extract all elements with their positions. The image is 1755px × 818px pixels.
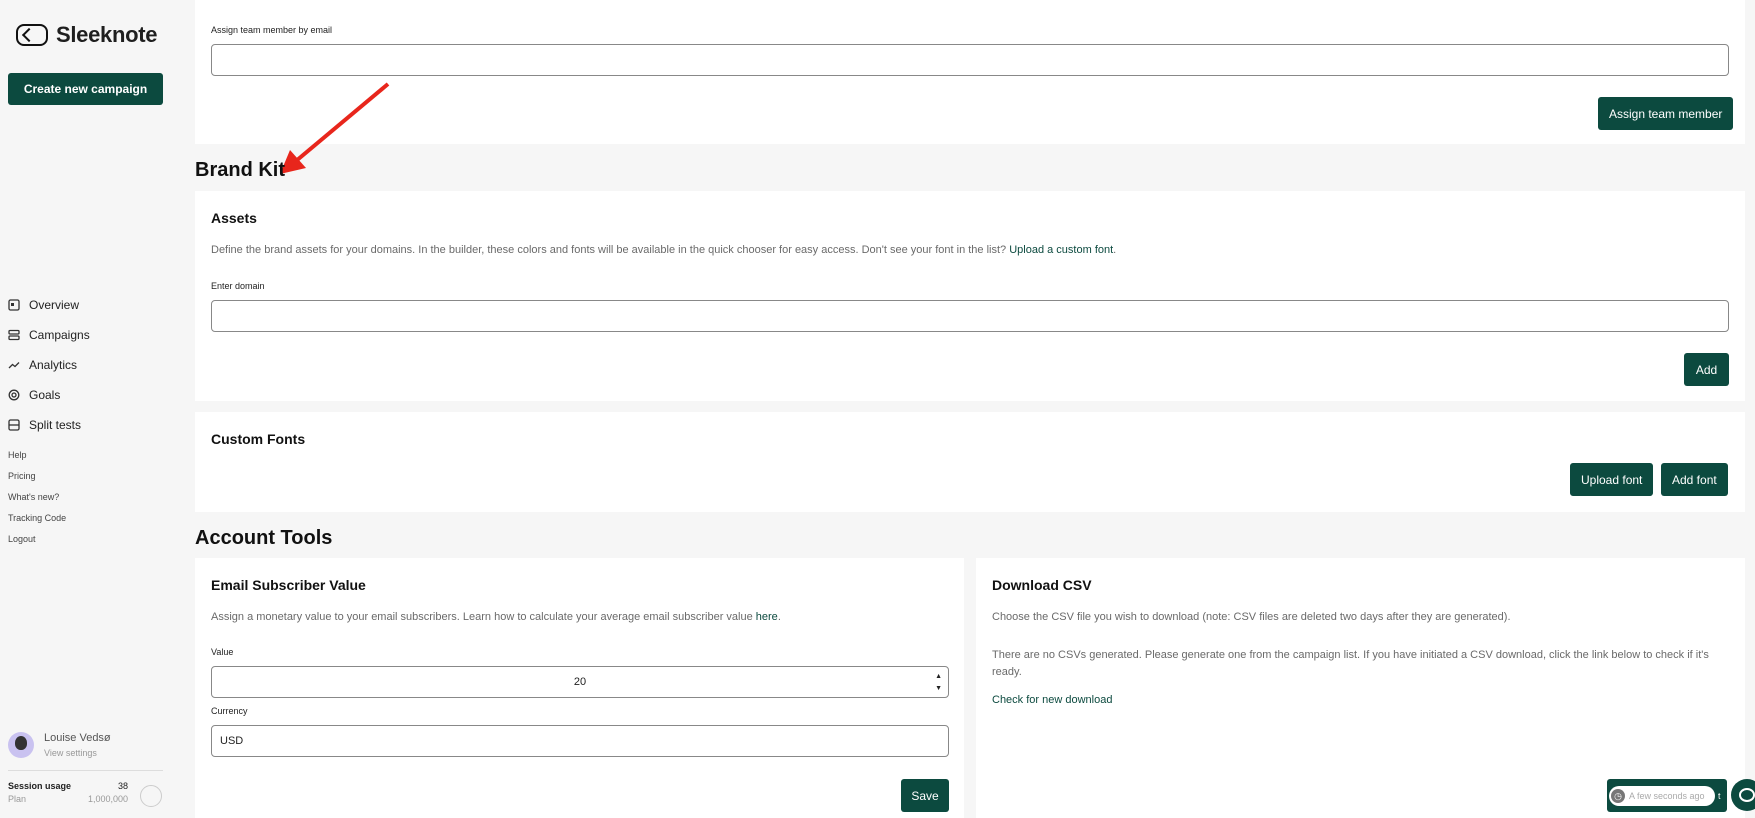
assets-card: Assets Define the brand assets for your … [195, 191, 1745, 401]
create-campaign-button[interactable]: Create new campaign [8, 73, 163, 105]
no-csv-text: There are no CSVs generated. Please gene… [992, 649, 1709, 678]
download-csv-title: Download CSV [992, 577, 1092, 593]
subscriber-value-help-link[interactable]: here [756, 611, 778, 623]
sidebar-item-label: Analytics [29, 358, 78, 372]
value-label: Value [211, 647, 234, 657]
usage-progress-ring [140, 785, 162, 807]
sidebar-item-analytics[interactable]: Analytics [8, 350, 90, 380]
value-input-text: 20 [573, 676, 587, 688]
clock-icon: ◷ [1611, 789, 1625, 803]
sidebar-item-split-tests[interactable]: Split tests [8, 410, 90, 440]
annotation-arrow-icon [280, 82, 390, 174]
analytics-icon [8, 359, 20, 371]
team-member-card: Assign team member by email Assign team … [195, 0, 1745, 144]
brand-kit-title: Brand Kit [195, 159, 285, 181]
add-font-button[interactable]: Add font [1661, 463, 1728, 496]
help-link[interactable]: Help [8, 445, 66, 466]
sidebar-item-label: Split tests [29, 418, 82, 432]
sidebar: Sleeknote Create new campaign Overview C… [0, 0, 172, 818]
save-button[interactable]: Save [901, 779, 949, 812]
currency-input[interactable]: USD [211, 725, 949, 757]
divider [8, 770, 163, 771]
assign-email-input[interactable] [211, 44, 1729, 76]
logo-text: Sleeknote [56, 22, 158, 47]
user-name: Louise Vedsø [44, 732, 111, 744]
check-download-link[interactable]: Check for new download [992, 692, 1112, 709]
value-stepper[interactable]: ▲ ▼ [935, 671, 942, 695]
toast-text: A few seconds ago [1629, 791, 1705, 801]
upload-font-button[interactable]: Upload font [1570, 463, 1654, 496]
assign-team-member-button[interactable]: Assign team member [1598, 97, 1734, 130]
session-usage-label: Session usage [8, 781, 72, 791]
sidebar-item-label: Goals [29, 388, 61, 402]
email-subscriber-description: Assign a monetary value to your email su… [211, 611, 781, 623]
enter-domain-label: Enter domain [211, 281, 265, 291]
toast-pill: ◷ A few seconds ago [1609, 786, 1715, 806]
assets-title: Assets [211, 210, 257, 226]
goals-icon [8, 389, 20, 401]
custom-fonts-card: Custom Fonts Upload font Add font [195, 412, 1745, 512]
sidebar-item-campaigns[interactable]: Campaigns [8, 320, 90, 350]
tracking-code-link[interactable]: Tracking Code [8, 508, 66, 529]
pricing-link[interactable]: Pricing [8, 466, 66, 487]
sidebar-nav: Overview Campaigns Analytics Goals Split… [8, 290, 90, 440]
overview-icon [8, 299, 20, 311]
assign-email-label: Assign team member by email [211, 25, 333, 35]
assets-description: Define the brand assets for your domains… [211, 244, 1117, 256]
chat-icon[interactable] [1731, 779, 1755, 811]
session-usage: Session usage 38 Plan 1,000,000 [8, 781, 128, 804]
sidebar-item-goals[interactable]: Goals [8, 380, 90, 410]
download-csv-description: Choose the CSV file you wish to download… [992, 611, 1511, 623]
logo[interactable]: Sleeknote [16, 22, 158, 48]
plan-label: Plan [8, 794, 27, 804]
toast-tail-text: t [1718, 791, 1721, 801]
plan-value: 1,000,000 [87, 794, 128, 804]
whats-new-link[interactable]: What's new? [8, 487, 66, 508]
increment-arrow-icon[interactable]: ▲ [935, 671, 942, 683]
currency-label: Currency [211, 706, 248, 716]
split-tests-icon [8, 419, 20, 431]
value-input[interactable]: 20 ▲ ▼ [211, 666, 949, 698]
session-usage-value: 38 [117, 781, 128, 791]
view-settings-link[interactable]: View settings [44, 748, 111, 758]
sidebar-item-label: Campaigns [29, 328, 90, 342]
user-profile[interactable]: Louise Vedsø View settings [8, 732, 111, 758]
account-tools-title: Account Tools [195, 527, 333, 549]
avatar [8, 732, 34, 758]
sidebar-item-label: Overview [29, 298, 80, 312]
decrement-arrow-icon[interactable]: ▼ [935, 683, 942, 695]
add-domain-button[interactable]: Add [1684, 353, 1729, 386]
email-subscriber-title: Email Subscriber Value [211, 577, 366, 593]
custom-fonts-title: Custom Fonts [211, 431, 306, 447]
sidebar-links: Help Pricing What's new? Tracking Code L… [8, 445, 66, 550]
email-subscriber-card: Email Subscriber Value Assign a monetary… [195, 558, 964, 818]
campaigns-icon [8, 329, 20, 341]
logo-icon [16, 24, 48, 46]
logout-link[interactable]: Logout [8, 529, 66, 550]
sidebar-item-overview[interactable]: Overview [8, 290, 90, 320]
upload-custom-font-link[interactable]: Upload a custom font [1009, 244, 1113, 256]
domain-input[interactable] [211, 300, 1729, 332]
